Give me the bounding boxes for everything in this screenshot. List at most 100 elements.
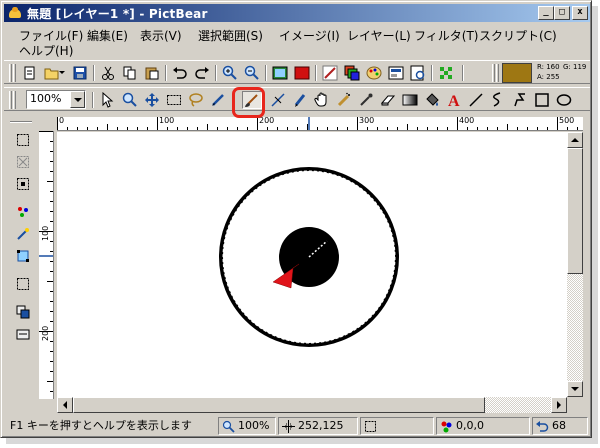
current-color-swatch[interactable]	[502, 63, 532, 83]
fill-red-icon[interactable]	[292, 64, 312, 82]
active-tool-highlight	[232, 87, 265, 118]
undo-icon[interactable]	[170, 64, 190, 82]
text-icon[interactable]: A	[444, 91, 464, 109]
image-icon[interactable]	[270, 64, 290, 82]
menu-selection[interactable]: 選択範囲(S)	[195, 26, 266, 45]
invert-selection-icon[interactable]	[14, 175, 32, 193]
new-file-icon[interactable]	[20, 64, 40, 82]
ellipse-icon[interactable]	[554, 91, 574, 109]
rect-select-icon[interactable]	[164, 91, 184, 109]
select-all-icon[interactable]	[14, 131, 32, 149]
hand-icon[interactable]	[312, 91, 332, 109]
minimize-button[interactable]: _	[538, 6, 554, 20]
copy-icon[interactable]	[120, 64, 140, 82]
scroll-up-button[interactable]	[567, 132, 583, 148]
color-r-value: R: 160	[537, 63, 560, 71]
scroll-corner	[567, 397, 583, 413]
main-toolbar: R: 160 G: 119 A: 255	[4, 60, 590, 84]
toolbar-grip[interactable]	[10, 121, 32, 123]
move-icon[interactable]	[142, 91, 162, 109]
document-icon[interactable]	[408, 64, 428, 82]
scroll-thumb[interactable]	[567, 148, 583, 274]
menu-image[interactable]: イメージ(I)	[276, 26, 343, 45]
cursor-position: 252,125	[298, 419, 344, 432]
pencil-icon[interactable]	[208, 91, 228, 109]
ruler-label: 500	[559, 117, 575, 125]
scroll-thumb[interactable]	[73, 397, 485, 413]
menu-filter[interactable]: フィルタ(T)	[411, 26, 481, 45]
toolbar-grip[interactable]	[496, 64, 499, 82]
scroll-left-button[interactable]	[57, 397, 73, 413]
zoom-dropdown[interactable]: 100%	[26, 90, 86, 109]
menu-view[interactable]: 表示(V)	[137, 26, 185, 45]
palette-icon[interactable]	[364, 64, 384, 82]
magic-wand-icon[interactable]	[14, 225, 32, 243]
brush-settings-icon[interactable]	[320, 64, 340, 82]
line-icon[interactable]	[466, 91, 486, 109]
color-a-value: A: 255	[537, 73, 560, 81]
deselect-icon[interactable]	[14, 153, 32, 171]
horizontal-scrollbar[interactable]	[57, 397, 567, 413]
toolbar-grip[interactable]	[9, 64, 12, 82]
toolbar-separator	[315, 65, 317, 81]
window-controls: _ □ x	[538, 6, 588, 20]
transform-icon[interactable]	[14, 247, 32, 265]
scroll-down-button[interactable]	[567, 381, 583, 397]
toolbar-separator	[165, 65, 167, 81]
rectangle-icon[interactable]	[532, 91, 552, 109]
layer-copy-icon[interactable]	[14, 303, 32, 321]
ruler-label: 200	[41, 325, 50, 341]
toolbar-separator	[265, 65, 267, 81]
layers-icon[interactable]	[342, 64, 362, 82]
pictbear-app-icon[interactable]	[8, 7, 22, 19]
select-arrow-icon[interactable]	[98, 91, 118, 109]
selection-frame-icon[interactable]	[14, 275, 32, 293]
layer-merge-icon[interactable]	[14, 325, 32, 343]
save-icon[interactable]	[70, 64, 90, 82]
menu-layer[interactable]: レイヤー(L)	[344, 26, 414, 45]
toolbar-grip[interactable]	[13, 64, 16, 82]
open-dropdown-icon[interactable]	[58, 64, 68, 82]
title-bar[interactable]: 無題 [レイヤー1 *] - PictBear _ □ x	[4, 4, 590, 22]
fill-bucket-icon[interactable]	[422, 91, 442, 109]
airbrush-icon[interactable]	[334, 91, 354, 109]
polyline-icon[interactable]	[510, 91, 530, 109]
close-button[interactable]: x	[572, 6, 588, 20]
tools-toolbar: 100% A	[4, 87, 590, 111]
lasso-icon[interactable]	[186, 91, 206, 109]
toolbar-separator	[462, 65, 464, 81]
ruler-ticks	[39, 131, 53, 392]
maximize-button[interactable]: □	[554, 6, 570, 20]
vertical-scrollbar[interactable]	[567, 132, 583, 397]
redo-icon[interactable]	[192, 64, 212, 82]
grid-icon[interactable]	[436, 64, 456, 82]
view-icon[interactable]	[386, 64, 406, 82]
zoom-out-icon[interactable]	[242, 64, 262, 82]
color-readout: 0,0,0	[456, 419, 484, 432]
eyedropper-icon[interactable]	[356, 91, 376, 109]
canvas-drawing	[219, 167, 399, 347]
toolbar-grip[interactable]	[13, 91, 16, 109]
cut-icon[interactable]	[98, 64, 118, 82]
horizontal-ruler: 0 100 200 300 400 500	[57, 117, 583, 131]
gradient-icon[interactable]	[400, 91, 420, 109]
menu-help[interactable]: ヘルプ(H)	[16, 41, 76, 60]
toolbar-grip[interactable]	[492, 64, 495, 82]
scroll-right-button[interactable]	[551, 397, 567, 413]
drawing-canvas[interactable]	[57, 132, 567, 397]
toolbar-grip[interactable]	[9, 91, 12, 109]
toolbar-separator	[93, 65, 95, 81]
color-dots-icon[interactable]	[14, 203, 32, 221]
chevron-down-icon[interactable]	[70, 91, 85, 108]
menu-edit[interactable]: 編集(E)	[84, 26, 131, 45]
paste-icon[interactable]	[142, 64, 162, 82]
toolbar-separator	[92, 92, 94, 108]
magnifier-icon	[222, 420, 235, 433]
eraser-icon[interactable]	[378, 91, 398, 109]
magnifier-icon[interactable]	[120, 91, 140, 109]
curve-icon[interactable]	[488, 91, 508, 109]
menu-script[interactable]: スクリプト(C)	[476, 26, 560, 45]
eraser-knife-icon[interactable]	[268, 91, 288, 109]
pen-icon[interactable]	[290, 91, 310, 109]
zoom-in-icon[interactable]	[220, 64, 240, 82]
